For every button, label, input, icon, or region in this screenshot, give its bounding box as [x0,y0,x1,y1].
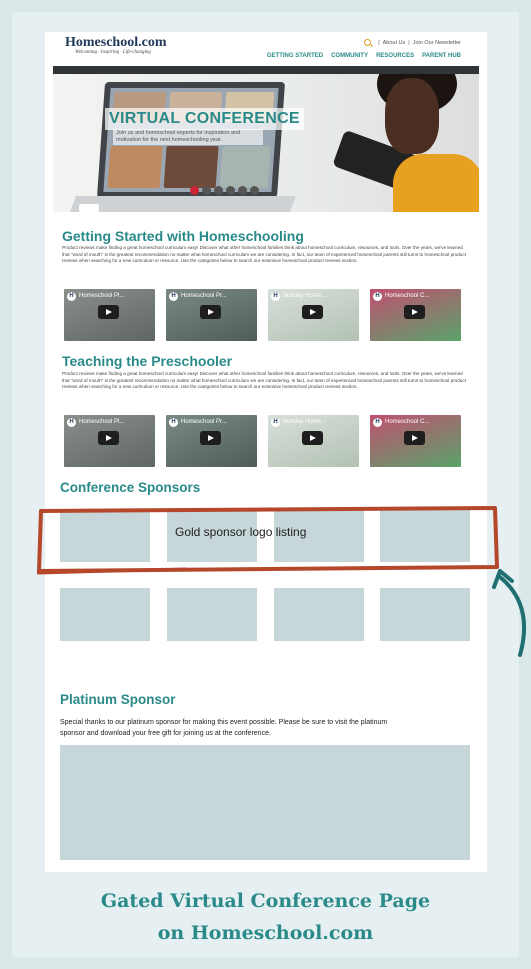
header-divider-bar [53,66,479,74]
video-thumbnail[interactable]: H Homeschool C... [370,289,461,341]
channel-logo-icon: H [169,418,178,427]
nav-community[interactable]: COMMUNITY [331,53,368,59]
top-links: | About Us | Join Our Newsletter [364,39,461,46]
call-controls [190,186,259,195]
section-title-preschooler: Teaching the Preschooler [62,353,233,369]
channel-logo-icon: H [373,418,382,427]
sponsor-logo-slot[interactable] [60,588,150,641]
site-tagline: Welcoming · Inspiring · Life-changing [75,50,151,55]
channel-logo-icon: H [169,292,178,301]
main-nav: GETTING STARTED COMMUNITY RESOURCES PARE… [267,53,461,59]
newsletter-link[interactable]: Join Our Newsletter [413,40,461,46]
video-row-preschooler: H Homeschool Pl... H Homeschool Pr... H … [64,415,461,467]
nav-resources[interactable]: RESOURCES [376,53,414,59]
hero-banner: VIRTUAL CONFERENCE Join us and homeschoo… [53,74,479,212]
play-icon[interactable] [302,431,323,445]
play-icon[interactable] [404,431,425,445]
curved-arrow-icon [492,569,527,657]
video-thumbnail[interactable]: H Homeschool Pr... [166,415,257,467]
video-thumbnail[interactable]: H Sunday Home... [268,415,359,467]
video-thumbnail[interactable]: H Homeschool C... [370,415,461,467]
channel-logo-icon: H [67,418,76,427]
platinum-title: Platinum Sponsor [60,692,176,707]
search-icon[interactable] [364,39,372,46]
site-header: Homeschool.com Welcoming · Inspiring · L… [45,32,487,66]
section-text-getting-started: Product reviews make finding a great hom… [62,245,466,264]
gold-sponsor-highlight-box [37,506,499,575]
play-icon[interactable] [200,305,221,319]
play-icon[interactable] [404,305,425,319]
about-us-link[interactable]: About Us [383,40,406,46]
sponsor-logo-slot[interactable] [167,588,257,641]
section-title-getting-started: Getting Started with Homeschooling [62,228,304,244]
channel-logo-icon: H [67,292,76,301]
section-text-preschooler: Product reviews make finding a great hom… [62,371,466,390]
webpage-screenshot: Homeschool.com Welcoming · Inspiring · L… [45,32,487,872]
image-caption: Gated Virtual Conference Page on Homesch… [0,885,531,949]
video-thumbnail[interactable]: H Homeschool Pl... [64,289,155,341]
platinum-text: Special thanks to our platinum sponsor f… [60,719,388,737]
hero-subtitle: Join us and homeschool experts for inspi… [113,129,263,145]
video-thumbnail[interactable]: H Homeschool Pl... [64,415,155,467]
play-icon[interactable] [302,305,323,319]
channel-logo-icon: H [373,292,382,301]
channel-logo-icon: H [271,418,280,427]
caption-line-1: Gated Virtual Conference Page [100,890,431,912]
play-icon[interactable] [98,431,119,445]
channel-logo-icon: H [271,292,280,301]
sponsor-logo-slot[interactable] [274,588,364,641]
sponsor-logo-slot[interactable] [380,588,470,641]
nav-getting-started[interactable]: GETTING STARTED [267,53,323,59]
play-icon[interactable] [98,305,119,319]
caption-line-2: on Homeschool.com [157,922,374,944]
video-thumbnail[interactable]: H Sunday Home... [268,289,359,341]
hero-title: VIRTUAL CONFERENCE [105,108,304,130]
video-thumbnail[interactable]: H Homeschool Pr... [166,289,257,341]
site-logo[interactable]: Homeschool.com [65,35,166,51]
nav-parent-hub[interactable]: PARENT HUB [422,53,461,59]
platinum-sponsor-slot[interactable] [60,745,470,860]
person-image [363,74,479,212]
video-row-getting-started: H Homeschool Pl... H Homeschool Pr... H … [64,289,461,341]
sponsors-title: Conference Sponsors [60,480,201,495]
play-icon[interactable] [200,431,221,445]
